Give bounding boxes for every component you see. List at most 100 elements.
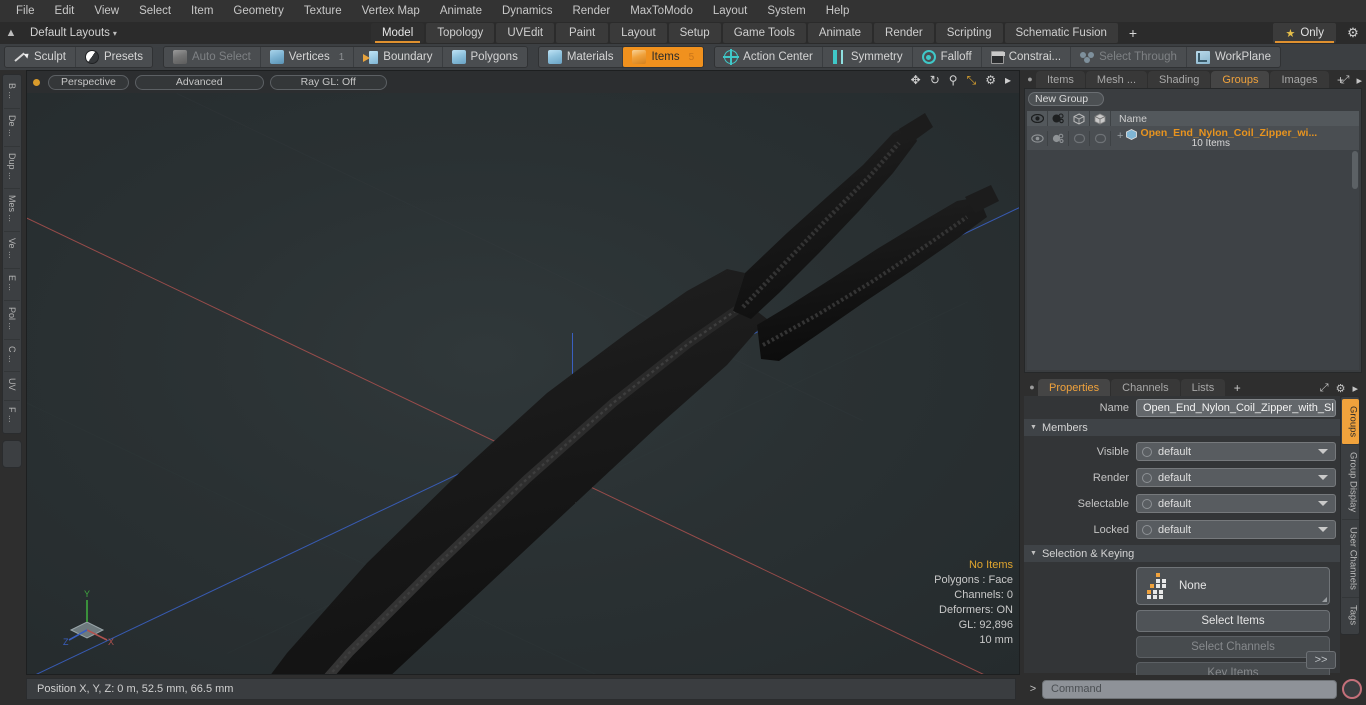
tab-lists[interactable]: Lists [1180,379,1226,396]
left-tab-curve[interactable]: C ... [4,340,20,373]
menu-item-geometry[interactable]: Geometry [223,2,294,20]
record-icon[interactable] [1342,679,1362,699]
zoom-icon[interactable]: ⚲ [949,74,958,86]
tab-groups[interactable]: Groups [1211,71,1270,88]
tab-items[interactable]: Items [1036,71,1085,88]
name-input[interactable]: Open_End_Nylon_Coil_Zipper_with_Sl [1136,398,1336,417]
expand-icon[interactable]: + [1117,130,1123,142]
left-tab-mesh[interactable]: Mes ... [4,189,20,233]
vtab-groups[interactable]: Groups [1341,399,1359,446]
tab-layout[interactable]: Layout [610,23,667,43]
vtab-tags[interactable]: Tags [1342,598,1359,632]
channel-dot-icon[interactable] [1142,446,1152,457]
arrow-icon[interactable]: ▸ [1352,382,1358,395]
menu-item-select[interactable]: Select [129,2,181,20]
fit-icon[interactable]: ⤡ [967,74,977,86]
viewport-raygl-toggle[interactable]: Ray GL: Off [269,74,387,90]
menu-item-render[interactable]: Render [562,2,620,20]
tab-render[interactable]: Render [874,23,934,43]
arrow-icon[interactable]: ▸ [1005,74,1011,86]
select-through-button[interactable]: Select Through [1071,47,1187,67]
group-row-name-cell[interactable]: + Open_End_Nylon_Coil_Zipper_wi... 10 It… [1111,127,1359,149]
tab-channels[interactable]: Channels [1111,379,1180,396]
tab-paint[interactable]: Paint [556,23,609,43]
tab-scripting[interactable]: Scripting [935,23,1003,43]
menu-item-view[interactable]: View [84,2,129,20]
channel-dot-icon[interactable] [1142,524,1152,535]
new-group-button[interactable]: New Group [1028,92,1104,106]
menu-item-maxtomodo[interactable]: MaxToModo [620,2,703,20]
row-solid-toggle[interactable] [1090,130,1111,146]
locked-dropdown[interactable]: default [1136,520,1336,539]
panel-menu-icon[interactable]: ● [1024,70,1036,88]
arrow-icon[interactable]: ▸ [1356,74,1362,87]
sculpt-button[interactable]: Sculpt [5,47,76,67]
default-layouts-dropdown[interactable]: Default Layouts ▾ [22,27,125,39]
render-icon[interactable] [1048,111,1069,126]
auto-select-button[interactable]: Auto Select [164,47,261,67]
expand-properties-button[interactable]: >> [1306,651,1336,669]
row-eye-icon[interactable] [1027,130,1048,146]
groups-list-scrollbar[interactable] [1352,151,1358,189]
menu-item-texture[interactable]: Texture [294,2,352,20]
left-tab-fusion[interactable]: F ... [4,401,20,432]
symmetry-button[interactable]: Symmetry [823,47,913,67]
presets-button[interactable]: Presets [76,47,152,67]
left-tab-duplicate[interactable]: Dup ... [4,147,20,190]
only-toggle-button[interactable]: ★ Only [1273,23,1336,43]
left-tab-basic[interactable]: B ... [4,77,20,110]
vertices-button[interactable]: Vertices 1 [261,47,355,67]
left-tab-uv[interactable]: UV [4,372,20,401]
zipper-3d-model[interactable] [27,93,1019,674]
row-wire-toggle[interactable] [1069,130,1090,146]
menu-item-dynamics[interactable]: Dynamics [492,2,562,20]
viewport-shading-mode[interactable]: Advanced [134,74,264,90]
viewport-view-mode[interactable]: Perspective [48,74,129,90]
tab-game-tools[interactable]: Game Tools [722,23,806,43]
selection-set-picker[interactable]: None [1136,567,1330,605]
tab-animate[interactable]: Animate [807,23,873,43]
menu-item-help[interactable]: Help [816,2,860,20]
polygons-button[interactable]: Polygons [443,47,527,67]
menu-item-edit[interactable]: Edit [45,2,85,20]
row-render-icon[interactable] [1048,130,1069,146]
tab-topology[interactable]: Topology [426,23,495,43]
gear-icon[interactable]: ⚙ [985,74,996,86]
expand-icon[interactable]: ⤢ [1341,74,1350,87]
command-input[interactable]: Command [1042,679,1337,699]
tab-schematic-fusion[interactable]: Schematic Fusion [1004,23,1118,43]
select-channels-button[interactable]: Select Channels [1136,636,1330,658]
selection-keying-section-header[interactable]: ▼ Selection & Keying [1024,545,1340,562]
move-icon[interactable]: ✥ [911,74,921,86]
add-tab-button[interactable]: + [1120,23,1146,43]
tab-images[interactable]: Images [1270,71,1329,88]
render-dropdown[interactable]: default [1136,468,1336,487]
action-center-button[interactable]: Action Center [715,47,823,67]
menu-item-system[interactable]: System [757,2,815,20]
eye-icon[interactable] [1027,111,1048,126]
visible-dropdown[interactable]: default [1136,442,1336,461]
home-icon[interactable]: ▲ [0,23,22,43]
groups-list-empty-area[interactable] [1027,150,1359,370]
menu-item-layout[interactable]: Layout [703,2,758,20]
tab-shading[interactable]: Shading [1148,71,1211,88]
selectable-dropdown[interactable]: default [1136,494,1336,513]
menu-item-vertex-map[interactable]: Vertex Map [352,2,430,20]
workplane-button[interactable]: WorkPlane [1187,47,1280,67]
solid-cube-icon[interactable] [1090,111,1111,126]
channel-dot-icon[interactable] [1142,498,1152,509]
rotate-icon[interactable]: ↻ [930,74,940,86]
vtab-user-channels[interactable]: User Channels [1341,520,1359,599]
falloff-button[interactable]: Falloff [913,47,982,67]
table-row[interactable]: + Open_End_Nylon_Coil_Zipper_wi... 10 It… [1027,126,1359,150]
viewport-canvas[interactable]: Y X Z No Items Polygons : Face Channels:… [27,93,1019,674]
menu-item-file[interactable]: File [6,2,45,20]
tab-mesh[interactable]: Mesh ... [1085,71,1148,88]
properties-menu-icon[interactable]: ● [1026,378,1038,396]
tab-model[interactable]: Model [370,23,425,43]
viewport-3d[interactable]: Perspective Advanced Ray GL: Off ✥ ↻ ⚲ ⤡… [26,70,1020,675]
wire-cube-icon[interactable] [1069,111,1090,126]
left-tab-polygon[interactable]: Pol ... [4,301,20,340]
left-tab-vertex[interactable]: Ve ... [4,232,20,269]
gear-icon[interactable]: ⚙ [1340,23,1366,43]
